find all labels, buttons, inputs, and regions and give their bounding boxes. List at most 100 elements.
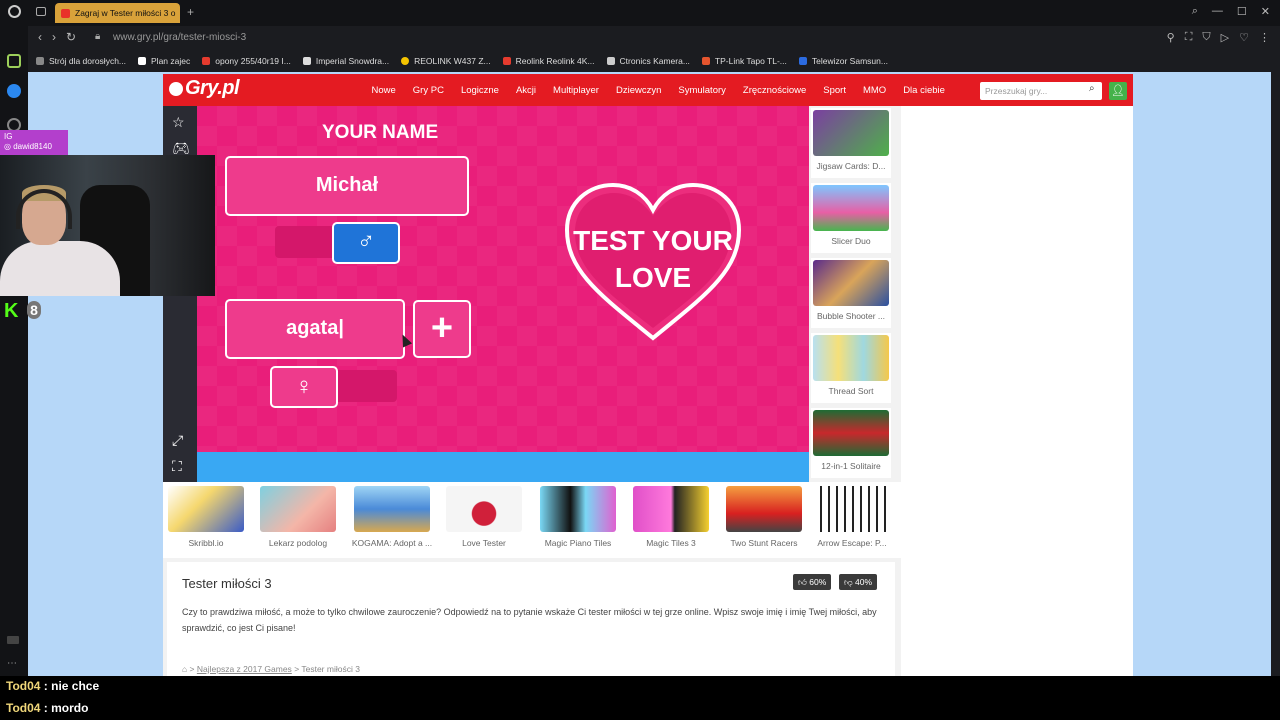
game-bottom-bar [197,452,809,482]
nav-item[interactable]: Dla ciebie [895,85,954,96]
new-tab-button[interactable]: + [187,5,194,19]
nav-item[interactable]: Sport [815,85,855,96]
back-icon[interactable]: ‹ [38,30,42,44]
chat-message: Tod04 : nie chce [6,679,100,693]
stream-chat: Tod04 : nie chce Tod04 : mordo [0,676,1280,720]
thumbs-down-icon: 👎︎ [844,577,855,587]
close-window-icon[interactable]: ✕ [1261,5,1270,18]
side-game-card[interactable]: 12-in-1 Solitaire [811,408,891,478]
side-game-card[interactable]: Thread Sort [811,333,891,403]
site-header: Gry.pl Nowe Gry PC Logiczne Akcji Multip… [163,74,1133,106]
breadcrumb-link[interactable]: Najlepsza z 2017 Games [197,664,292,674]
site-logo[interactable]: Gry.pl [169,77,240,100]
related-game-card[interactable]: Love Tester [441,486,527,554]
maximize-icon[interactable]: ☐ [1237,5,1247,18]
lock-icon[interactable]: 🔒︎ [95,31,100,42]
bookmark-item[interactable]: Strój dla dorosłych... [36,56,126,66]
game-thumbnail [540,486,616,532]
first-name-field[interactable]: Michał [225,156,469,216]
side-game-card[interactable]: Slicer Duo [811,183,891,253]
game-thumbnail [813,335,889,381]
nav-item[interactable]: Symulatory [670,85,735,96]
gx-icon[interactable] [7,636,19,644]
browser-tab-active[interactable]: Zagraj w Tester miłości 3 o [55,3,180,23]
side-game-card[interactable]: Jigsaw Cards: D... [811,108,891,178]
game-canvas[interactable]: YOUR NAME Michał ♂ agata| + ♀ TEST YOUR … [197,106,809,452]
breadcrumb-current: Tester miłości 3 [301,664,360,674]
tab-overview-icon[interactable] [36,7,46,16]
bookmark-item[interactable]: Plan zajec [138,56,190,66]
expand-icon[interactable]: ⤢ [172,432,183,449]
bookmark-item[interactable]: Imperial Snowdra... [302,56,389,66]
related-game-card[interactable]: Magic Tiles 3 [628,486,714,554]
heart-label: TEST YOUR LOVE [573,225,733,293]
male-gender-button[interactable]: ♂ [332,222,400,264]
user-account-icon[interactable]: 👤︎ [1109,82,1127,100]
url-field[interactable]: www.gry.pl/gra/tester-miosci-3 [113,32,246,43]
nav-item[interactable]: Akcji [507,85,544,96]
game-thumbnail [813,260,889,306]
play-icon[interactable]: ▷ [1221,31,1229,44]
downvote-button[interactable]: 👎︎ 40% [839,574,878,590]
your-name-heading: YOUR NAME [322,122,439,143]
game-thumbnail [260,486,336,532]
favorite-star-icon[interactable]: ☆ [172,114,185,131]
minimize-icon[interactable]: — [1212,5,1223,18]
game-description-panel: Tester miłości 3 👍︎ 60% 👎︎ 40% Czy to pr… [167,562,895,676]
search-icon[interactable]: ⌕ [1089,83,1095,94]
bookmark-item[interactable]: REOLINK W437 Z... [401,56,491,66]
add-name-button[interactable]: + [413,300,471,358]
browser-sidebar: ⋯ [0,26,28,676]
nav-item[interactable]: Dziewczyn [607,85,669,96]
nav-item[interactable]: Gry PC [404,85,452,96]
search-tabs-icon[interactable]: ⌕ [1192,5,1198,18]
shield-icon[interactable]: ⛉ [1202,31,1210,44]
heart-icon[interactable]: ♡ [1239,31,1249,44]
related-game-card[interactable]: Lekarz podolog [255,486,341,554]
main-nav: Nowe Gry PC Logiczne Akcji Multiplayer D… [363,74,953,106]
related-game-card[interactable]: Two Stunt Racers [721,486,807,554]
gry-favicon-icon [61,8,70,18]
pin-icon[interactable]: ⚲ [1167,31,1175,44]
chat-message: Tod04 : mordo [6,701,89,715]
game-thumbnail [813,185,889,231]
fullscreen-icon[interactable]: ⛶ [172,458,182,475]
thumbs-up-icon: 👍︎ [798,577,810,587]
nav-item[interactable]: MMO [854,85,894,96]
messenger-icon[interactable] [7,84,21,98]
female-gender-button[interactable]: ♀ [270,366,338,408]
game-thumbnail [354,486,430,532]
game-thumbnail [168,486,244,532]
reload-icon[interactable]: ↻ [66,30,76,44]
nav-item[interactable]: Nowe [363,85,404,96]
bookmark-item[interactable]: Ctronics Kamera... [606,56,690,66]
search-input[interactable]: Przeszukaj gry... [980,82,1102,100]
page-scrollbar[interactable] [1271,72,1280,676]
bookmark-item[interactable]: opony 255/40r19 I... [202,56,291,66]
opera-logo-icon[interactable] [8,5,21,18]
home-icon[interactable]: ⌂ [182,664,187,674]
menu-icon[interactable]: ⋮ [1259,31,1270,44]
webcam-overlay [0,155,215,296]
related-game-card[interactable]: KOGAMA: Adopt a ... [349,486,435,554]
related-game-card[interactable]: Skribbl.io [163,486,249,554]
nav-item[interactable]: Logiczne [452,85,507,96]
upvote-button[interactable]: 👍︎ 60% [793,574,832,590]
related-game-card[interactable]: Arrow Escape: P... [809,486,895,554]
navigation-buttons: ‹ › ↻ [38,30,76,44]
nav-item[interactable]: Multiplayer [545,85,608,96]
related-game-card[interactable]: Magic Piano Tiles [535,486,621,554]
more-icon[interactable]: ⋯ [7,658,21,672]
bookmark-item[interactable]: TP-Link Tapo TL-... [701,56,787,66]
forward-icon[interactable]: › [52,30,56,44]
related-games-row: Skribbl.io Lekarz podolog KOGAMA: Adopt … [163,482,901,558]
second-name-field[interactable]: agata| [225,299,405,359]
bookmark-item[interactable]: Telewizor Samsun... [798,56,888,66]
home-icon[interactable] [7,54,21,68]
instagram-icon: ◎ [4,142,14,151]
side-game-card[interactable]: Bubble Shooter ... [811,258,891,328]
bookmark-item[interactable]: Reolink Reolink 4K... [502,56,595,66]
kick-logo-icon: K [4,300,19,322]
nav-item[interactable]: Zręcznościowe [734,85,814,96]
snapshot-icon[interactable]: ⛶ [1185,31,1193,44]
